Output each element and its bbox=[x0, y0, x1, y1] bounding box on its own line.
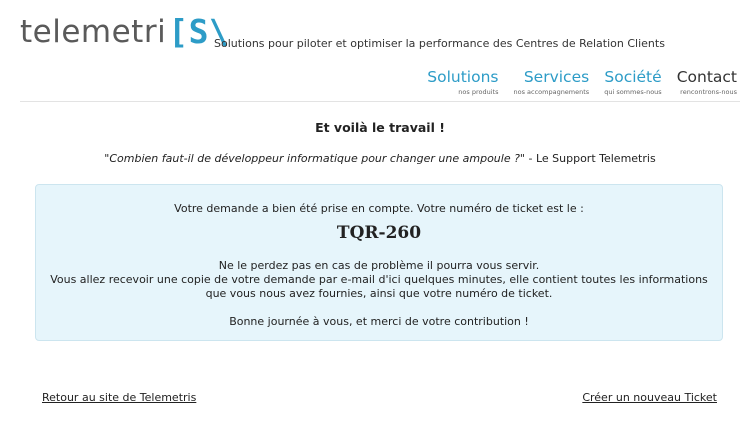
thanks-message: Bonne journée à vous, et merci de votre … bbox=[229, 315, 529, 328]
tagline: Solutions pour piloter et optimiser la p… bbox=[214, 37, 665, 50]
support-quote: "Combien faut-il de développeur informat… bbox=[0, 152, 743, 165]
confirmation-panel: Votre demande a bien été prise en compte… bbox=[35, 184, 723, 341]
main-nav: Solutions nos produits Services nos acco… bbox=[412, 68, 737, 97]
nav-label: Solutions bbox=[427, 68, 499, 86]
logo-text: telemetri bbox=[20, 13, 167, 50]
message-line: Vous allez recevoir une copie de votre d… bbox=[50, 273, 708, 286]
quote-text: "Combien faut-il de développeur informat… bbox=[104, 152, 525, 165]
nav-item-solutions[interactable]: Solutions nos produits bbox=[412, 68, 498, 97]
site-header: telemetri[S\ Solutions pour piloter et o… bbox=[0, 0, 743, 102]
back-to-site-link[interactable]: Retour au site de Telemetris bbox=[42, 391, 196, 404]
nav-item-services[interactable]: Services nos accompagnements bbox=[498, 68, 589, 97]
message-line: que vous nous avez fournies, ainsi que v… bbox=[205, 287, 553, 300]
nav-item-contact[interactable]: Contact rencontrons-nous bbox=[662, 68, 737, 97]
nav-sublabel: nos produits bbox=[458, 88, 499, 96]
page-title: Et voilà le travail ! bbox=[315, 120, 445, 135]
header-divider bbox=[20, 101, 740, 102]
nav-label: Services bbox=[523, 68, 590, 86]
ticket-number: TQR-260 bbox=[336, 223, 422, 243]
nav-sublabel: rencontrons-nous bbox=[680, 88, 737, 96]
confirmation-intro: Votre demande a bien été prise en compte… bbox=[174, 202, 584, 215]
quote-author: - Le Support Telemetris bbox=[524, 152, 656, 165]
telemetris-logo[interactable]: telemetri[S\ bbox=[20, 10, 229, 51]
nav-sublabel: nos accompagnements bbox=[513, 88, 590, 96]
nav-item-societe[interactable]: Société qui sommes-nous bbox=[589, 68, 661, 97]
nav-label: Société bbox=[604, 68, 662, 86]
confirmation-message: Ne le perdez pas en cas de problème il p… bbox=[36, 259, 722, 301]
new-ticket-link[interactable]: Créer un nouveau Ticket bbox=[582, 391, 717, 404]
message-line: Ne le perdez pas en cas de problème il p… bbox=[218, 259, 540, 272]
nav-sublabel: qui sommes-nous bbox=[604, 88, 662, 96]
nav-label: Contact bbox=[676, 68, 737, 86]
